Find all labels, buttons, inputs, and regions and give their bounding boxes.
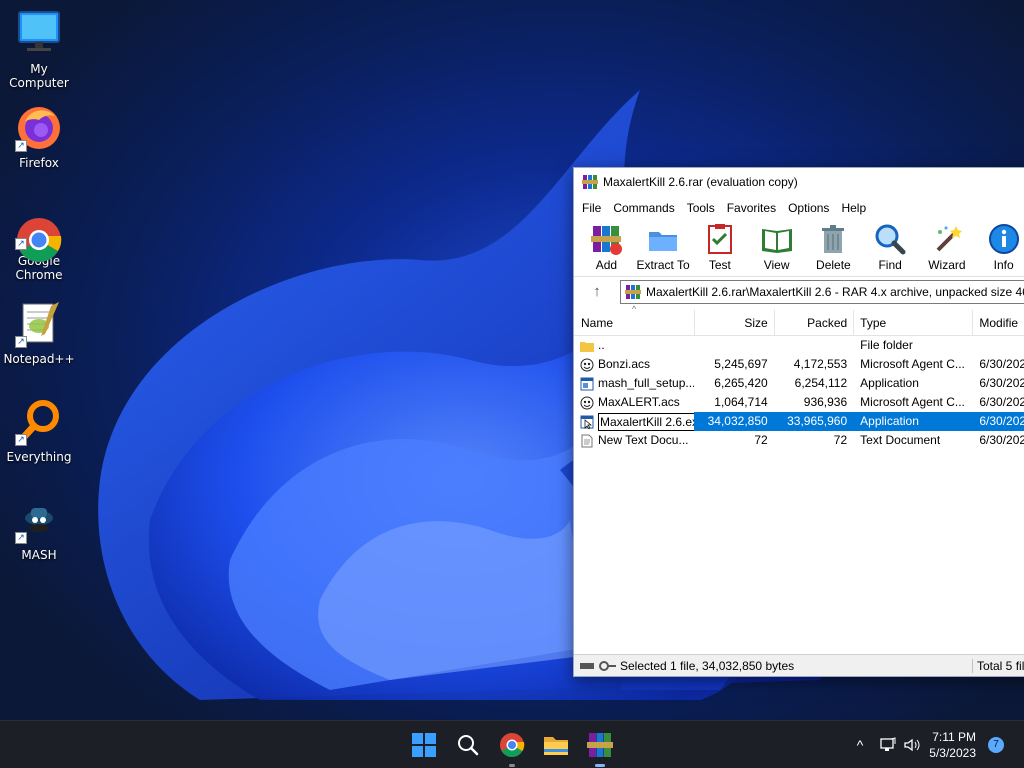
rename-input[interactable]: MaxalertKill 2.6.exe	[598, 412, 695, 431]
status-selected: Selected 1 file, 34,032,850 bytes	[620, 658, 795, 673]
shortcut-arrow-icon: ↗	[15, 140, 27, 152]
taskbar-chrome[interactable]	[496, 729, 528, 767]
monitor-icon	[15, 10, 63, 58]
table-row[interactable]: Bonzi.acs 5,245,697 4,172,553 Microsoft …	[574, 355, 1024, 374]
drive-key-icon	[580, 660, 616, 671]
clipboard-check-icon	[707, 224, 732, 254]
system-tray: ^ 7:11 PM 5/3/2023 7	[857, 721, 1024, 768]
find-button[interactable]: Find	[862, 220, 919, 272]
desktop-icon-label: Notepad++	[3, 352, 75, 366]
windows-logo-icon	[412, 733, 436, 757]
status-total: Total 5 file	[972, 658, 1024, 673]
start-button[interactable]	[408, 729, 440, 761]
winrar-archive-icon	[625, 284, 641, 299]
add-archive-icon	[591, 226, 623, 255]
table-row-selected[interactable]: MaxalertKill 2.6.exe 34,032,850 33,965,9…	[574, 412, 1024, 431]
network-icon[interactable]	[879, 737, 897, 753]
info-button[interactable]: Info	[975, 220, 1024, 272]
address-bar[interactable]: MaxalertKill 2.6.rar\MaxalertKill 2.6 - …	[620, 279, 1024, 304]
desktop-icon-label: My Computer	[9, 62, 69, 90]
up-arrow-icon[interactable]: ↑	[574, 283, 620, 300]
add-button[interactable]: Add	[578, 220, 635, 272]
desktop-icon-notepad-plus-plus[interactable]: ↗ Notepad++	[0, 300, 78, 366]
taskbar-winrar[interactable]	[584, 729, 616, 767]
chevron-up-icon[interactable]: ^	[857, 737, 864, 753]
desktop-icon-mash[interactable]: ↗ MASH	[0, 496, 78, 562]
desktop-icon-label: Firefox	[19, 156, 59, 170]
clock-time: 7:11 PM	[932, 730, 976, 744]
address-text: MaxalertKill 2.6.rar\MaxalertKill 2.6 - …	[646, 284, 1024, 299]
clock[interactable]: 7:11 PM 5/3/2023	[929, 729, 976, 761]
mash-character-icon: ↗	[15, 496, 63, 544]
magic-wand-icon	[936, 226, 962, 252]
toolbar: Add Extract To Test View Delete Find Wiz…	[574, 220, 1024, 276]
magnifier-icon: ↗	[15, 398, 63, 446]
menu-file[interactable]: File	[576, 201, 607, 215]
shortcut-arrow-icon: ↗	[15, 336, 27, 348]
table-row[interactable]: .. File folder	[574, 336, 1024, 355]
test-button[interactable]: Test	[692, 220, 749, 272]
column-modified[interactable]: Modifie	[972, 309, 1024, 336]
application-icon	[580, 415, 594, 429]
info-icon	[988, 224, 1019, 254]
desktop-icon-label: MASH	[21, 548, 57, 562]
menu-tools[interactable]: Tools	[681, 201, 721, 215]
delete-button[interactable]: Delete	[805, 220, 862, 272]
status-bar: Selected 1 file, 34,032,850 bytes Total …	[574, 654, 1024, 676]
book-icon	[761, 229, 792, 253]
table-row[interactable]: MaxALERT.acs 1,064,714 936,936 Microsoft…	[574, 393, 1024, 412]
winrar-icon	[582, 175, 598, 189]
wizard-button[interactable]: Wizard	[919, 220, 976, 272]
menu-commands[interactable]: Commands	[607, 201, 680, 215]
chrome-icon: ↗	[15, 202, 63, 262]
column-size[interactable]: Size	[694, 309, 773, 336]
agent-character-icon	[580, 396, 594, 409]
desktop-icon-google-chrome[interactable]: ↗ Google Chrome	[0, 202, 78, 282]
winrar-window[interactable]: MaxalertKill 2.6.rar (evaluation copy) F…	[573, 167, 1024, 677]
shortcut-arrow-icon: ↗	[15, 532, 27, 544]
notification-badge[interactable]: 7	[988, 737, 1004, 753]
chrome-icon	[500, 733, 525, 758]
desktop-icon-my-computer[interactable]: My Computer	[0, 10, 78, 90]
firefox-icon: ↗	[15, 104, 63, 152]
address-row: ↑ MaxalertKill 2.6.rar\MaxalertKill 2.6 …	[574, 276, 1024, 306]
desktop-icon-everything[interactable]: ↗ Everything	[0, 398, 78, 464]
file-list-header: ^ Name Size Packed Type Modifie	[574, 304, 1024, 336]
window-title: MaxalertKill 2.6.rar (evaluation copy)	[603, 175, 798, 189]
application-icon	[580, 377, 594, 390]
view-button[interactable]: View	[748, 220, 805, 272]
taskbar-file-explorer[interactable]	[540, 729, 572, 761]
text-document-icon	[581, 434, 593, 447]
sort-arrow-icon: ^	[632, 304, 637, 314]
menu-options[interactable]: Options	[782, 201, 835, 215]
volume-icon[interactable]	[903, 737, 921, 753]
clock-date: 5/3/2023	[929, 746, 976, 760]
menu-bar: File Commands Tools Favorites Options He…	[574, 196, 1024, 220]
folder-icon	[580, 341, 594, 352]
winrar-icon	[587, 733, 613, 757]
shortcut-arrow-icon: ↗	[15, 238, 27, 250]
file-list[interactable]: ^ Name Size Packed Type Modifie .. File …	[574, 304, 1024, 628]
table-row[interactable]: New Text Docu... 72 72 Text Document 6/3…	[574, 431, 1024, 450]
column-type[interactable]: Type	[853, 309, 972, 336]
menu-help[interactable]: Help	[835, 201, 872, 215]
desktop-icon-label: Everything	[6, 450, 72, 464]
column-packed[interactable]: Packed	[773, 309, 853, 336]
menu-favorites[interactable]: Favorites	[721, 201, 782, 215]
extract-to-button[interactable]: Extract To	[635, 220, 692, 272]
table-row[interactable]: mash_full_setup... 6,265,420 6,254,112 A…	[574, 374, 1024, 393]
desktop-icon-firefox[interactable]: ↗ Firefox	[0, 104, 78, 170]
folder-icon	[544, 737, 568, 755]
folder-extract-icon	[649, 232, 678, 251]
search-icon	[458, 735, 479, 756]
window-titlebar[interactable]: MaxalertKill 2.6.rar (evaluation copy)	[574, 168, 1024, 196]
search-icon	[875, 224, 906, 255]
notepad-plus-plus-icon: ↗	[15, 300, 63, 348]
agent-character-icon	[580, 358, 594, 371]
search-button[interactable]	[452, 729, 484, 761]
shortcut-arrow-icon: ↗	[15, 434, 27, 446]
trash-icon	[822, 225, 845, 253]
taskbar: ^ 7:11 PM 5/3/2023 7	[0, 720, 1024, 768]
